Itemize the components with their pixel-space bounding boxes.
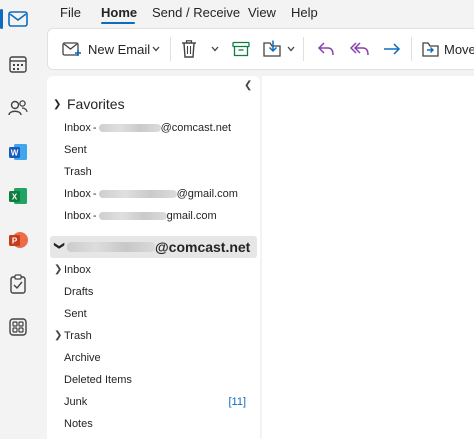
svg-text:X: X bbox=[12, 193, 18, 202]
people-icon[interactable] bbox=[4, 94, 32, 122]
chevron-right-icon[interactable]: ❯ bbox=[54, 262, 62, 278]
new-email-icon bbox=[62, 42, 81, 56]
favorites-title: Favorites bbox=[67, 96, 125, 112]
excel-icon[interactable]: X bbox=[4, 182, 32, 210]
move-icon bbox=[422, 42, 439, 57]
folder-label: Trash bbox=[64, 330, 92, 342]
folder-item-deleted-items[interactable]: Deleted Items bbox=[64, 372, 132, 388]
folder-item-notes[interactable]: Notes bbox=[64, 416, 93, 432]
collapse-pane-icon[interactable]: ❮ bbox=[244, 80, 252, 91]
folder-label: Inbox bbox=[64, 210, 91, 222]
active-tab-indicator bbox=[101, 22, 135, 24]
chevron-down-icon: ❯ bbox=[53, 241, 65, 250]
redacted-email bbox=[98, 124, 161, 132]
chevron-right-icon[interactable]: ❯ bbox=[54, 328, 62, 344]
folder-item-drafts[interactable]: Drafts bbox=[64, 284, 93, 300]
folder-item-archive[interactable]: Archive bbox=[64, 350, 101, 366]
folder-label: Inbox bbox=[64, 188, 91, 200]
word-icon[interactable]: W bbox=[4, 138, 32, 166]
redacted-email bbox=[98, 190, 177, 198]
favorite-item[interactable]: Sent bbox=[64, 142, 87, 158]
powerpoint-icon[interactable]: P bbox=[4, 226, 32, 254]
chevron-down-icon bbox=[211, 46, 219, 52]
favorite-item[interactable]: Inbox - @gmail.com bbox=[64, 186, 238, 202]
separator-dash: - bbox=[92, 210, 97, 222]
email-domain: @comcast.net bbox=[160, 122, 232, 134]
menu-send-receive[interactable]: Send / Receive bbox=[152, 5, 240, 20]
forward-icon bbox=[384, 43, 401, 55]
ribbon-separator bbox=[303, 37, 304, 61]
archive-icon bbox=[232, 41, 250, 57]
separator-dash: - bbox=[92, 188, 97, 200]
new-email-label: New Email bbox=[88, 41, 151, 57]
folder-item-junk[interactable]: Junk [11] bbox=[64, 394, 254, 410]
archive-button[interactable] bbox=[232, 29, 250, 69]
folder-label: Deleted Items bbox=[64, 374, 132, 386]
folder-label: Archive bbox=[64, 352, 101, 364]
move-to-folder-button[interactable] bbox=[263, 29, 295, 69]
reply-all-icon bbox=[350, 42, 369, 56]
folder-label: Sent bbox=[64, 308, 87, 320]
folder-label: Inbox bbox=[64, 122, 91, 134]
folder-label: Junk bbox=[64, 396, 88, 408]
favorite-item[interactable]: Inbox - gmail.com bbox=[64, 208, 217, 224]
new-email-dropdown[interactable] bbox=[152, 29, 160, 69]
move-label: Move bbox=[444, 41, 474, 57]
folder-label: Drafts bbox=[64, 286, 94, 298]
delete-icon bbox=[182, 40, 196, 58]
folder-item-inbox[interactable]: ❯ Inbox bbox=[54, 262, 91, 278]
reply-button[interactable] bbox=[317, 29, 335, 69]
menu-home[interactable]: Home bbox=[101, 5, 137, 20]
account-domain: @comcast.net bbox=[155, 239, 251, 255]
folder-label: Trash bbox=[64, 166, 92, 178]
favorite-item[interactable]: Inbox - @comcast.net bbox=[64, 120, 231, 136]
ribbon-separator bbox=[170, 37, 171, 61]
folder-label: Notes bbox=[64, 418, 93, 430]
delete-dropdown[interactable] bbox=[211, 29, 219, 69]
svg-text:P: P bbox=[12, 237, 18, 246]
folder-pane: ❮ ❯ Favorites Inbox - @comcast.net Sent … bbox=[47, 76, 260, 439]
menu-view[interactable]: View bbox=[248, 5, 276, 20]
redacted-email bbox=[98, 212, 167, 220]
account-header[interactable]: ❯ @comcast.net bbox=[53, 239, 251, 255]
folder-item-sent[interactable]: Sent bbox=[64, 306, 87, 322]
apps-icon[interactable] bbox=[4, 313, 32, 341]
favorite-item[interactable]: Trash bbox=[64, 164, 92, 180]
folder-item-trash[interactable]: ❯ Trash bbox=[54, 328, 92, 344]
app-rail: W X P bbox=[0, 0, 37, 439]
ribbon: New Email Move bbox=[47, 28, 474, 70]
menu-help[interactable]: Help bbox=[291, 5, 318, 20]
chevron-down-icon bbox=[152, 46, 160, 52]
mail-icon[interactable] bbox=[0, 5, 32, 33]
svg-text:W: W bbox=[11, 149, 19, 158]
calendar-icon[interactable] bbox=[4, 50, 32, 78]
redacted-email bbox=[67, 242, 155, 252]
favorites-header[interactable]: ❯ Favorites bbox=[53, 96, 125, 112]
separator-dash: - bbox=[92, 122, 97, 134]
email-domain: @gmail.com bbox=[176, 188, 238, 200]
menu-file[interactable]: File bbox=[60, 5, 81, 20]
message-list-area bbox=[262, 76, 474, 439]
ribbon-separator bbox=[411, 37, 412, 61]
menu-bar: File Home Send / Receive View Help bbox=[37, 0, 474, 26]
unread-count-badge: [11] bbox=[228, 396, 246, 408]
chevron-down-icon: ❯ bbox=[53, 98, 62, 110]
reply-all-button[interactable] bbox=[350, 29, 370, 69]
chevron-down-icon bbox=[287, 46, 295, 52]
folder-label: Inbox bbox=[64, 264, 91, 276]
folder-label: Sent bbox=[64, 144, 87, 156]
new-email-button[interactable]: New Email bbox=[62, 29, 150, 69]
email-domain: gmail.com bbox=[166, 210, 217, 222]
reply-icon bbox=[317, 42, 334, 56]
delete-button[interactable] bbox=[181, 29, 197, 69]
move-to-folder-icon bbox=[263, 40, 281, 57]
forward-button[interactable] bbox=[383, 29, 401, 69]
todo-icon[interactable] bbox=[4, 270, 32, 298]
move-button[interactable]: Move bbox=[422, 29, 474, 69]
